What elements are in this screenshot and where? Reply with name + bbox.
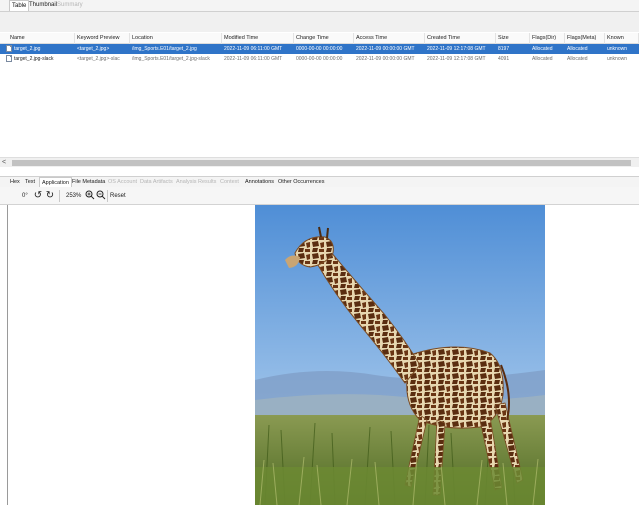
- modified-time-cell: 2022-11-09 06:11:00 GMT: [224, 56, 283, 62]
- column-header-created-time[interactable]: Created Time: [425, 33, 496, 44]
- giraffe-photo: [255, 205, 545, 505]
- table-header: Name Keyword Preview Location Modified T…: [0, 33, 639, 44]
- rotate-right-icon[interactable]: ↻: [44, 190, 56, 202]
- file-icon: [6, 45, 12, 52]
- keyword-preview-cell: <target_2.jpg>: [77, 46, 110, 52]
- rotation-label: 0°: [22, 193, 28, 199]
- image-viewer: [0, 205, 639, 505]
- column-header-flags-meta[interactable]: Flags(Meta): [565, 33, 605, 44]
- column-header-location[interactable]: Location: [130, 33, 222, 44]
- column-header-access-time[interactable]: Access Time: [354, 33, 425, 44]
- size-cell: 4091: [498, 56, 510, 62]
- column-header-flags-dir[interactable]: Flags(Dir): [530, 33, 565, 44]
- tab-summary[interactable]: Summary: [55, 0, 85, 11]
- column-header-name[interactable]: Name: [8, 33, 75, 44]
- results-toolbar-strip: [0, 12, 639, 32]
- column-header-change-time[interactable]: Change Time: [294, 33, 354, 44]
- content-viewer-tabs: Hex Text Application File Metadata OS Ac…: [0, 176, 639, 188]
- horizontal-scrollbar[interactable]: <: [0, 157, 639, 167]
- access-time-cell: 2022-11-09 00:00:00 GMT: [356, 46, 415, 52]
- row-name-cell: target_2.jpg: [0, 44, 75, 54]
- file-name: target_2.jpg-slack: [14, 56, 54, 62]
- flags-meta-cell: Allocated: [567, 56, 588, 62]
- column-header-modified-time[interactable]: Modified Time: [222, 33, 294, 44]
- reset-button[interactable]: Reset: [110, 187, 126, 205]
- table-row[interactable]: target_2.jpg-slack <target_2.jpg>-slac /…: [0, 54, 639, 64]
- change-time-cell: 0000-00-00 00:00:00: [296, 46, 343, 52]
- flags-meta-cell: Allocated: [567, 46, 588, 52]
- created-time-cell: 2022-11-09 12:17:08 GMT: [427, 56, 486, 62]
- toolbar-divider: [59, 190, 60, 202]
- giraffe-image: [255, 205, 545, 505]
- scroll-left-arrow-icon[interactable]: <: [2, 158, 6, 168]
- size-cell: 8197: [498, 46, 510, 52]
- results-panel: Name Keyword Preview Location Modified T…: [0, 11, 639, 167]
- location-cell: /img_Sports.E01/target_2.jpg: [132, 46, 197, 52]
- table-row[interactable]: target_2.jpg <target_2.jpg> /img_Sports.…: [0, 44, 639, 54]
- rotate-left-icon[interactable]: ↺: [32, 190, 44, 202]
- keyword-preview-cell: <target_2.jpg>-slac: [77, 56, 120, 62]
- change-time-cell: 0000-00-00 00:00:00: [296, 56, 343, 62]
- column-header-known[interactable]: Known: [605, 33, 639, 44]
- toolbar-divider: [107, 190, 108, 202]
- viewer-divider: [7, 205, 8, 505]
- zoom-level: 253%: [66, 193, 82, 199]
- column-header-size[interactable]: Size: [496, 33, 530, 44]
- file-name: target_2.jpg: [14, 46, 41, 52]
- created-time-cell: 2022-11-09 12:17:08 GMT: [427, 46, 486, 52]
- column-header-keyword-preview[interactable]: Keyword Preview: [75, 33, 130, 44]
- result-view-tabs: Table Thumbnail Summary: [0, 0, 639, 11]
- known-cell: unknown: [607, 56, 628, 62]
- known-cell: unknown: [607, 46, 628, 52]
- file-icon: [6, 55, 12, 62]
- modified-time-cell: 2022-11-09 06:11:00 GMT: [224, 46, 283, 52]
- zoom-out-icon[interactable]: [95, 190, 107, 202]
- access-time-cell: 2022-11-09 00:00:00 GMT: [356, 56, 415, 62]
- results-table: Name Keyword Preview Location Modified T…: [0, 33, 639, 157]
- flags-dir-cell: Allocated: [532, 46, 553, 52]
- location-cell: /img_Sports.E01/target_2.jpg-slack: [132, 56, 210, 62]
- image-toolbar: 0° ↺ ↻ 253% Reset: [0, 187, 639, 205]
- row-name-cell: target_2.jpg-slack: [0, 54, 75, 64]
- flags-dir-cell: Allocated: [532, 56, 553, 62]
- scrollbar-thumb[interactable]: [12, 160, 631, 166]
